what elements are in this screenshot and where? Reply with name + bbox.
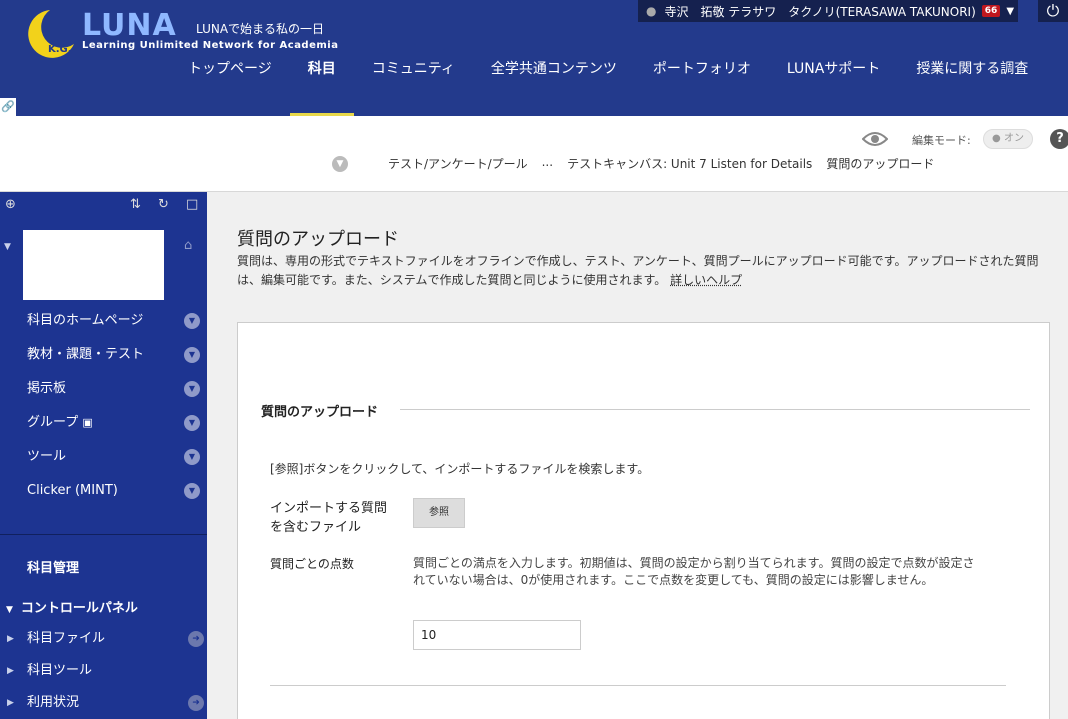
top-header: K.G. LUNA Learning Unlimited Network for… xyxy=(0,0,1068,116)
folder-icon[interactable]: □ xyxy=(186,197,198,212)
breadcrumb-item[interactable]: テスト/アンケート/プール xyxy=(388,155,528,172)
tab-luna-support[interactable]: LUNAサポート xyxy=(769,52,898,116)
arrow-right-icon[interactable]: ➜ xyxy=(188,695,204,711)
help-link[interactable]: 詳しいヘルプ xyxy=(670,273,742,287)
sidebar-item-clicker[interactable]: Clicker (MINT) ▼ xyxy=(0,476,207,510)
tab-community[interactable]: コミュニティ xyxy=(354,52,473,116)
triangle-down-icon: ▼ xyxy=(6,605,13,615)
triangle-right-icon: ▶ xyxy=(7,698,14,708)
points-input[interactable]: 10 xyxy=(413,620,581,650)
collapse-triangle-icon[interactable]: ▼ xyxy=(4,242,11,252)
chevron-down-icon[interactable]: ▼ xyxy=(184,415,200,431)
eye-icon[interactable] xyxy=(862,130,888,148)
form-divider xyxy=(270,685,1006,686)
moon-logo-icon[interactable]: K.G. xyxy=(18,6,78,60)
help-icon[interactable]: ? xyxy=(1050,129,1068,149)
sidebar-divider xyxy=(0,534,207,535)
course-menu: 科目のホームページ ▼ 教材・課題・テスト ▼ 掲示板 ▼ グループ ▣ ▼ ツール ▼ … xyxy=(0,306,207,510)
sidebar-item-usage[interactable]: ▶ 利用状況 ➜ xyxy=(0,689,207,719)
caret-down-icon[interactable]: ▼ xyxy=(1006,6,1014,17)
sort-icon[interactable]: ⇅ xyxy=(130,197,141,212)
arrow-right-icon[interactable]: ➜ xyxy=(188,631,204,647)
chevron-down-icon[interactable]: ▼ xyxy=(184,381,200,397)
refresh-icon[interactable]: ↻ xyxy=(158,197,169,212)
add-icon[interactable]: ⊕ xyxy=(5,197,16,212)
points-help-text: 質問ごとの満点を入力します。初期値は、質問の設定から割り当てられます。質問の設定… xyxy=(413,556,975,587)
course-title-box xyxy=(23,230,164,300)
course-management-heading: 科目管理 xyxy=(27,561,80,576)
sidebar-item-course-files[interactable]: ▶ 科目ファイル ➜ xyxy=(0,625,207,657)
home-icon[interactable]: ⌂ xyxy=(184,238,192,253)
logout-power-icon[interactable]: ⏻ xyxy=(1038,0,1068,22)
logo-title: LUNA xyxy=(82,8,177,43)
sidebar-item-discussion[interactable]: 掲示板 ▼ xyxy=(0,374,207,408)
page-title: 質問のアップロード xyxy=(237,229,399,250)
logo-subtitle: Learning Unlimited Network for Academia xyxy=(82,40,339,51)
sidebar-item-tools[interactable]: ツール ▼ xyxy=(0,442,207,476)
breadcrumb-bar: 編集モード: ● オン ? ▼ テスト/アンケート/プール ... テストキャン… xyxy=(0,116,1068,192)
sidebar-item-course-tools[interactable]: ▶ 科目ツール xyxy=(0,657,207,689)
user-icon: ● xyxy=(646,4,657,18)
svg-text:K.G.: K.G. xyxy=(48,44,72,55)
instruction-text: [参照]ボタンをクリックして、インポートするファイルを検索します。 xyxy=(270,462,650,476)
control-panel-toggle[interactable]: ▼ コントロールパネル xyxy=(6,597,138,616)
triangle-right-icon: ▶ xyxy=(7,634,14,644)
browse-button[interactable]: 参照 xyxy=(413,498,465,528)
page-description: 質問は、専用の形式でテキストファイルをオフラインで作成し、テスト、アンケート、質… xyxy=(237,254,1039,287)
tab-courses[interactable]: 科目 xyxy=(289,52,354,116)
chevron-down-icon[interactable]: ▼ xyxy=(184,449,200,465)
sidebar-item-course-home[interactable]: 科目のホームページ ▼ xyxy=(0,306,207,340)
sidebar-toolbar: ⊕ ⇅ ↻ □ xyxy=(0,192,207,218)
breadcrumb-ellipsis[interactable]: ... xyxy=(542,155,553,172)
edit-mode-value: オン xyxy=(1003,133,1024,144)
tab-top-page[interactable]: トップページ xyxy=(170,52,290,116)
edit-mode-toggle[interactable]: ● オン xyxy=(983,129,1033,149)
sidebar-item-materials[interactable]: 教材・課題・テスト ▼ xyxy=(0,340,207,374)
course-sidebar: ⊕ ⇅ ↻ □ ▼ ⌂ 科目のホームページ ▼ 教材・課題・テスト ▼ 掲示板 ▼ グ… xyxy=(0,192,207,719)
chevron-down-icon[interactable]: ▼ xyxy=(184,313,200,329)
points-field-label: 質問ごとの点数 xyxy=(270,557,354,571)
file-field-label: インポートする質問を含むファイル xyxy=(270,501,388,535)
link-icon[interactable]: 🔗 xyxy=(0,98,16,116)
section-title: 質問のアップロード xyxy=(261,405,379,420)
chevron-down-icon[interactable]: ▼ xyxy=(184,483,200,499)
triangle-right-icon: ▶ xyxy=(7,666,14,676)
edit-square-icon: ▣ xyxy=(82,416,93,429)
user-name: 寺沢 拓敬 テラサワ タクノリ(TERASAWA TAKUNORI) xyxy=(664,4,976,19)
user-menu[interactable]: ● 寺沢 拓敬 テラサワ タクノリ(TERASAWA TAKUNORI) 66 … xyxy=(638,0,1018,22)
sidebar-item-groups[interactable]: グループ ▣ ▼ xyxy=(0,408,207,442)
tab-class-survey[interactable]: 授業に関する調査 xyxy=(898,52,1046,116)
breadcrumb-current: 質問のアップロード xyxy=(826,157,935,171)
tagline: LUNAで始まる私の一日 xyxy=(196,22,325,36)
upload-form-card: 質問のアップロード [参照]ボタンをクリックして、インポートするファイルを検索し… xyxy=(237,322,1050,719)
breadcrumb-item[interactable]: テストキャンバス: Unit 7 Listen for Details xyxy=(567,155,812,172)
edit-mode-label: 編集モード: xyxy=(912,134,971,147)
section-divider xyxy=(400,409,1030,410)
tab-common-content[interactable]: 全学共通コンテンツ xyxy=(473,52,635,116)
chevron-down-icon[interactable]: ▼ xyxy=(184,347,200,363)
notification-badge[interactable]: 66 xyxy=(981,5,1001,17)
breadcrumb: テスト/アンケート/プール ... テストキャンバス: Unit 7 Liste… xyxy=(388,155,934,172)
breadcrumb-chevron-down-icon[interactable]: ▼ xyxy=(332,156,348,172)
main-nav: トップページ 科目 コミュニティ 全学共通コンテンツ ポートフォリオ LUNAサ… xyxy=(170,52,1046,116)
tab-portfolio[interactable]: ポートフォリオ xyxy=(635,52,769,116)
